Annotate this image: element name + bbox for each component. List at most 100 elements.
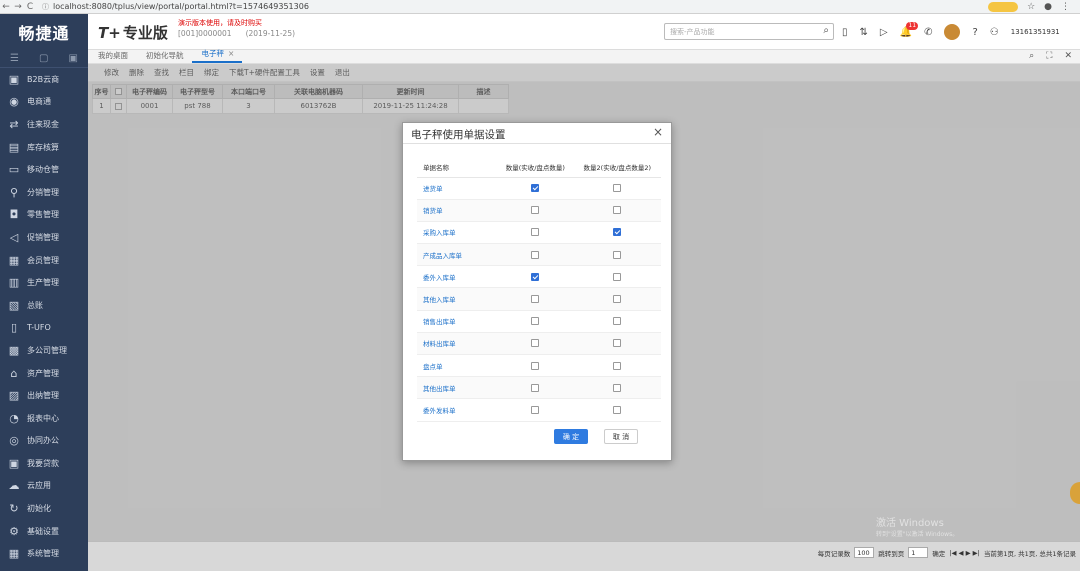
quantity-checkbox[interactable] (531, 272, 540, 281)
forward-icon[interactable]: → (12, 2, 24, 12)
per-page-label: 每页记录数 (817, 549, 851, 558)
brand-name: 畅捷通 (18, 24, 70, 43)
menu-icon[interactable]: ⋮ (1061, 2, 1070, 12)
close-icon[interactable]: × (653, 125, 663, 139)
quantity2-cell (573, 398, 661, 422)
sidebar-item[interactable]: ▣ B2B云商 (0, 68, 88, 91)
sidebar-item[interactable]: ▤ 库存核算 (0, 136, 88, 159)
quantity-checkbox[interactable] (531, 405, 540, 414)
sidebar-item[interactable]: ▣ 我要贷款 (0, 452, 88, 475)
search-placeholder: 搜索-产品功能 (670, 27, 715, 36)
quantity2-checkbox[interactable] (613, 383, 622, 392)
address-bar[interactable]: ⓘ localhost:8080/tplus/view/portal/porta… (42, 2, 988, 12)
search-icon[interactable]: ⌕ (823, 25, 829, 36)
tab-scale[interactable]: 电子秤 × (191, 48, 243, 63)
url-text[interactable]: localhost:8080/tplus/view/portal/portal.… (53, 2, 309, 11)
settings-row: 销售出库单 (417, 310, 661, 333)
sidebar-item[interactable]: ⌂ 资产管理 (0, 362, 88, 385)
quantity2-checkbox[interactable] (613, 184, 622, 193)
quantity2-cell (573, 177, 661, 200)
sidebar-item[interactable]: ◉ 电商通 (0, 91, 88, 114)
document-name: 其他入库单 (417, 287, 497, 311)
back-icon[interactable]: ← (0, 2, 12, 12)
search-icon[interactable]: ⌕ (1029, 51, 1034, 61)
quantity2-checkbox[interactable] (613, 206, 622, 215)
menu-icon[interactable]: ☰ (10, 53, 19, 64)
sidebar-item-icon: ▭ (8, 163, 20, 177)
quantity2-checkbox[interactable] (613, 228, 622, 237)
user-account[interactable]: 13161351931 (1011, 28, 1060, 36)
user-icon[interactable]: ⚇ (990, 27, 999, 38)
notification-icon[interactable]: 🔔 11 (900, 21, 919, 38)
tab-init-nav[interactable]: 初始化导航 (136, 50, 192, 63)
quantity-checkbox[interactable] (531, 383, 540, 392)
phone-icon[interactable]: ✆ (924, 27, 932, 38)
sidebar-item[interactable]: ▯ T-UFO (0, 317, 88, 340)
quantity-checkbox[interactable] (531, 361, 540, 370)
per-page-input[interactable]: 100 (854, 547, 875, 558)
goto-button[interactable]: 确定 (932, 548, 945, 558)
tab-desktop[interactable]: 我的桌面 (88, 50, 136, 63)
quantity-checkbox[interactable] (531, 228, 540, 237)
profile-icon[interactable]: ● (1044, 2, 1052, 12)
quantity2-checkbox[interactable] (613, 361, 622, 370)
search-input[interactable]: 搜索-产品功能 ⌕ (664, 23, 834, 40)
sidebar-item[interactable]: ▦ 系统管理 (0, 542, 88, 565)
sidebar-item[interactable]: ⚙ 基础设置 (0, 520, 88, 543)
quantity2-checkbox[interactable] (613, 272, 622, 281)
quantity-checkbox[interactable] (531, 317, 540, 326)
quantity-checkbox[interactable] (531, 184, 540, 193)
sidebar-item[interactable]: ◔ 报表中心 (0, 407, 88, 430)
sidebar-item[interactable]: ◘ 零售管理 (0, 204, 88, 227)
star-icon[interactable]: ☆ (1027, 2, 1035, 12)
confirm-button[interactable]: 确 定 (554, 429, 588, 444)
quantity-checkbox[interactable] (531, 339, 540, 348)
fullscreen-icon[interactable]: ⛶ (1046, 51, 1052, 61)
sidebar-item-label: 出纳管理 (27, 391, 59, 401)
sidebar-item-icon: ☁ (8, 479, 20, 493)
quantity-checkbox[interactable] (531, 295, 540, 304)
cancel-button[interactable]: 取 消 (604, 429, 638, 444)
close-icon[interactable]: ✕ (1064, 51, 1072, 61)
extension-icon[interactable] (988, 1, 1019, 12)
demo-notice[interactable]: 演示版本使用，请及时购买 (178, 18, 262, 28)
sidebar-item[interactable]: ◁ 促销管理 (0, 226, 88, 249)
sidebar-item[interactable]: ▧ 总账 (0, 294, 88, 317)
mascot-icon[interactable] (944, 24, 961, 40)
quantity2-checkbox[interactable] (613, 295, 622, 304)
page-nav-buttons[interactable]: |◀ ◀ ▶ ▶| (949, 549, 980, 557)
switch-icon[interactable]: ⇅ (860, 27, 868, 38)
quantity2-cell (573, 354, 661, 378)
sidebar-grid-icon[interactable]: ▣ (69, 53, 78, 64)
quantity-checkbox[interactable] (531, 250, 540, 259)
sidebar-item[interactable]: ⚲ 分销管理 (0, 181, 88, 204)
sidebar-item-icon: ◉ (9, 95, 19, 109)
sidebar-item[interactable]: ▨ 出纳管理 (0, 384, 88, 407)
settings-row: 盘点单 (417, 354, 661, 378)
quantity-checkbox[interactable] (531, 206, 540, 215)
tab-close-icon[interactable]: × (228, 49, 234, 58)
sidebar-item[interactable]: ▩ 多公司管理 (0, 339, 88, 362)
quantity2-checkbox[interactable] (613, 339, 622, 348)
quantity2-checkbox[interactable] (613, 405, 622, 414)
quantity2-checkbox[interactable] (613, 250, 622, 259)
quantity2-checkbox[interactable] (613, 317, 622, 326)
goto-page-input[interactable]: 1 (908, 547, 929, 558)
sidebar-item[interactable]: ▦ 会员管理 (0, 249, 88, 272)
document-name: 进货单 (417, 177, 497, 200)
help-icon[interactable]: ? (972, 27, 977, 38)
settings-row: 其他入库单 (417, 287, 661, 311)
sidebar-item-label: 分销管理 (27, 187, 59, 197)
sidebar-item-icon: ▤ (8, 140, 20, 154)
sidebar-item[interactable]: ↻ 初始化 (0, 497, 88, 520)
sidebar-item[interactable]: ▭ 移动仓管 (0, 158, 88, 181)
sidebar-item[interactable]: ◎ 协同办公 (0, 430, 88, 453)
reload-icon[interactable]: C (24, 2, 36, 12)
sidebar-item[interactable]: ⇄ 往来现金 (0, 113, 88, 136)
sidebar-item-icon: ◘ (9, 208, 19, 222)
sidebar-item[interactable]: ☁ 云应用 (0, 475, 88, 498)
sidebar-item[interactable]: ▥ 生产管理 (0, 271, 88, 294)
sidebar-view-icon[interactable]: ▢ (39, 53, 48, 64)
mobile-icon[interactable]: ▯ (842, 27, 848, 38)
video-icon[interactable]: ▷ (880, 27, 888, 38)
